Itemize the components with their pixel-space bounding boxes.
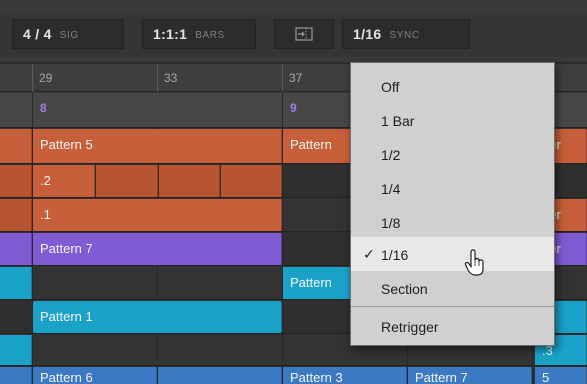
sub-clip[interactable] (0, 199, 32, 231)
mouse-pointer-icon (464, 249, 484, 276)
menu-item-retrigger[interactable]: Retrigger (351, 309, 554, 343)
time-signature-label: SIG (59, 29, 79, 41)
follow-button[interactable] (274, 19, 334, 49)
pattern-clip[interactable] (0, 335, 32, 365)
follow-playhead-icon (295, 27, 313, 41)
ruler-tick: 29 (32, 64, 52, 92)
sync-field[interactable]: 1/16 SYNC (342, 19, 470, 49)
pattern-clip[interactable] (0, 233, 32, 265)
menu-item-section[interactable]: Section (351, 271, 554, 305)
time-signature-field[interactable]: 4 / 4 SIG (12, 19, 124, 49)
menu-item-off[interactable]: Off (351, 69, 554, 103)
menu-item-label: 1/4 (381, 181, 401, 197)
menu-item-label: 1 Bar (381, 113, 415, 129)
pattern-clip[interactable] (0, 367, 32, 384)
section-block[interactable] (0, 93, 32, 127)
sync-dropdown-menu: Off 1 Bar 1/2 1/4 1/8 ✓ 1/16 Section Ret… (350, 62, 555, 346)
menu-item-label: Off (381, 79, 400, 95)
section-number: 8 (40, 101, 47, 115)
section-block[interactable]: 8 (33, 93, 282, 127)
ruler-tick: 33 (157, 64, 177, 92)
sub-clip[interactable] (96, 165, 158, 197)
pattern-clip[interactable]: Pattern 7 (408, 367, 532, 384)
menu-separator (351, 306, 554, 307)
ruler-tick: 37 (282, 64, 302, 92)
section-number: 9 (290, 101, 297, 115)
menu-item-1-4[interactable]: 1/4 (351, 171, 554, 205)
length-value: 1:1:1 (153, 26, 188, 42)
length-field[interactable]: 1:1:1 BARS (142, 19, 256, 49)
pattern-clip[interactable]: Pattern 7 (33, 233, 282, 265)
sub-clip[interactable] (0, 165, 32, 197)
menu-item-label: 1/16 (381, 247, 409, 263)
transport-toolbar: 4 / 4 SIG 1:1:1 BARS 1/16 SYNC (0, 0, 587, 62)
menu-item-label: 1/2 (381, 147, 401, 163)
pattern-clip[interactable] (0, 129, 32, 163)
length-label: BARS (195, 29, 225, 41)
pattern-clip[interactable] (0, 267, 32, 299)
sync-label: SYNC (389, 29, 420, 41)
menu-item-1-2[interactable]: 1/2 (351, 137, 554, 171)
pattern-clip[interactable]: 5 (535, 367, 587, 384)
pattern-clip[interactable]: Pattern 3 (283, 367, 407, 384)
sub-clip[interactable]: .1 (33, 199, 282, 231)
pattern-clip[interactable]: Pattern 5 (33, 129, 282, 163)
sub-clip[interactable]: .2 (33, 165, 95, 197)
menu-item-1-16[interactable]: ✓ 1/16 (351, 237, 554, 271)
pattern-clip[interactable]: Pattern 6 (33, 367, 157, 384)
checkmark-icon: ✓ (363, 246, 375, 262)
menu-item-label: Section (381, 281, 428, 297)
menu-item-1-8[interactable]: 1/8 (351, 205, 554, 239)
sync-value: 1/16 (353, 26, 382, 42)
menu-item-1-bar[interactable]: 1 Bar (351, 103, 554, 137)
sub-clip[interactable] (159, 165, 220, 197)
menu-item-label: Retrigger (381, 319, 439, 335)
time-signature-value: 4 / 4 (23, 26, 52, 42)
pattern-clip[interactable] (158, 367, 282, 384)
pattern-clip[interactable]: Pattern 1 (33, 301, 282, 333)
sub-clip[interactable] (221, 165, 282, 197)
menu-item-label: 1/8 (381, 215, 401, 231)
